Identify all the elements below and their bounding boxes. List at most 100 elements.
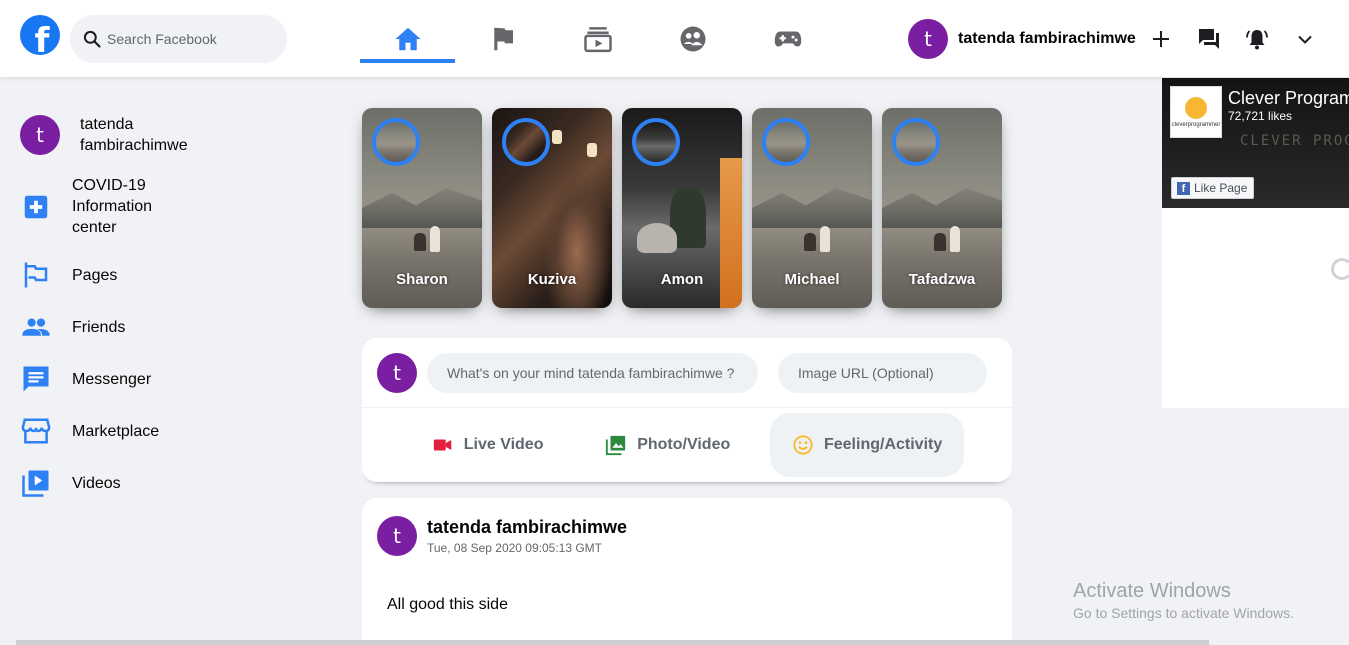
left-sidebar: t tatenda fambirachimwe COVID-19 Informa… bbox=[20, 110, 320, 497]
videocam-icon bbox=[433, 439, 451, 451]
messenger-button[interactable] bbox=[1197, 27, 1221, 51]
sidebar-item-friends[interactable]: Friends bbox=[20, 311, 182, 343]
add-icon bbox=[1153, 31, 1169, 47]
post-avatar[interactable]: t bbox=[377, 516, 417, 556]
option-label: Live Video bbox=[463, 436, 544, 453]
story-name: Kuziva bbox=[527, 271, 577, 288]
nav-home[interactable] bbox=[360, 0, 455, 77]
post-header: t tatenda fambirachimwe Tue, 08 Sep 2020… bbox=[377, 516, 627, 556]
nav-gaming[interactable] bbox=[740, 0, 835, 77]
sidebar-avatar: t bbox=[20, 115, 60, 155]
story-name: Sharon bbox=[396, 271, 448, 288]
image-url-input[interactable] bbox=[778, 352, 987, 393]
chat-icon bbox=[23, 366, 49, 392]
stories-reel: Sharon Kuziva Amon Michael Tafadzwa bbox=[362, 108, 1002, 308]
post-text-input[interactable] bbox=[427, 352, 758, 393]
story-avatar bbox=[502, 118, 550, 166]
widget-cover-text: CLEVER PROG bbox=[1240, 133, 1349, 149]
sender-options: Live Video Photo/Video Feeling/Activity bbox=[362, 408, 1012, 482]
supervised-user-icon bbox=[680, 26, 705, 51]
emoji-smile-icon bbox=[793, 435, 813, 455]
post-timestamp: Tue, 08 Sep 2020 09:05:13 GMT bbox=[427, 541, 603, 555]
header-user-name[interactable]: tatenda fambirachimwe bbox=[958, 30, 1136, 48]
top-header: f t tatenda fambirachimwe bbox=[0, 0, 1349, 77]
activate-subtitle: Go to Settings to activate Windows. bbox=[1073, 605, 1294, 621]
sidebar-user-name: tatenda fambirachimwe bbox=[80, 116, 188, 154]
sender-form: t bbox=[362, 338, 1012, 408]
notifications-button[interactable] bbox=[1245, 27, 1269, 51]
nav-pages[interactable] bbox=[455, 0, 550, 77]
story-avatar bbox=[892, 118, 940, 166]
notifications-active-icon bbox=[1246, 30, 1268, 50]
story-avatar bbox=[372, 118, 420, 166]
home-icon bbox=[395, 27, 420, 50]
widget-brand-text: cleverprogrammer bbox=[1171, 121, 1221, 128]
like-page-label: Like Page bbox=[1194, 181, 1248, 195]
create-button[interactable] bbox=[1149, 27, 1173, 51]
storefront-icon bbox=[21, 418, 51, 444]
activate-title: Activate Windows bbox=[1073, 580, 1231, 602]
subscriptions-icon bbox=[583, 26, 612, 52]
like-page-button[interactable]: f Like Page bbox=[1171, 177, 1255, 199]
story-card[interactable]: Sharon bbox=[362, 108, 482, 308]
feeling-activity-button[interactable]: Feeling/Activity bbox=[769, 413, 965, 477]
sidebar-item-label: Videos bbox=[72, 474, 121, 492]
sidebar-item-label: Friends bbox=[72, 318, 126, 336]
sidebar-item-messenger[interactable]: Messenger bbox=[20, 363, 182, 395]
photo-video-button[interactable]: Photo/Video bbox=[583, 413, 752, 477]
live-video-button[interactable]: Live Video bbox=[410, 413, 566, 477]
chevron-down-icon bbox=[1298, 35, 1312, 44]
search-bar[interactable] bbox=[70, 15, 287, 63]
message-sender: t Live Video Photo/Video Feeling/Activit… bbox=[362, 338, 1012, 482]
nav-watch[interactable] bbox=[550, 0, 645, 77]
option-label: Photo/Video bbox=[637, 436, 731, 453]
story-card[interactable]: Tafadzwa bbox=[882, 108, 1002, 308]
photo-library-icon bbox=[606, 435, 626, 456]
people-icon bbox=[22, 318, 50, 336]
facebook-logo[interactable]: f bbox=[20, 15, 60, 55]
story-card[interactable]: Michael bbox=[752, 108, 872, 308]
story-avatar bbox=[762, 118, 810, 166]
header-avatar[interactable]: t bbox=[908, 19, 948, 59]
local-hospital-icon bbox=[24, 195, 48, 218]
search-icon bbox=[83, 30, 101, 48]
sidebar-item-label: Pages bbox=[72, 266, 118, 284]
story-card[interactable]: Amon bbox=[622, 108, 742, 308]
video-library-icon bbox=[22, 470, 49, 497]
forum-icon bbox=[1199, 29, 1219, 49]
sidebar-item-covid[interactable]: COVID-19 Information center bbox=[20, 175, 182, 238]
feed-post: t tatenda fambirachimwe Tue, 08 Sep 2020… bbox=[362, 498, 1012, 645]
story-avatar bbox=[632, 118, 680, 166]
sidebar-item-label: Marketplace bbox=[72, 422, 160, 440]
widget-page-thumbnail[interactable]: cleverprogrammer bbox=[1170, 86, 1222, 138]
story-name: Michael bbox=[784, 271, 840, 288]
facebook-mini-icon: f bbox=[1177, 181, 1190, 195]
post-message: All good this side bbox=[387, 596, 508, 613]
gamepad-icon bbox=[774, 31, 801, 46]
widget-cover-image[interactable]: CLEVER PROG cleverprogrammer Clever Prog… bbox=[1162, 78, 1349, 208]
post-author[interactable]: tatenda fambirachimwe bbox=[427, 517, 627, 538]
header-account-area: t tatenda fambirachimwe bbox=[908, 19, 1312, 59]
story-card[interactable]: Kuziva bbox=[492, 108, 612, 308]
option-label: Feeling/Activity bbox=[823, 436, 943, 453]
account-menu-button[interactable] bbox=[1293, 27, 1317, 51]
sidebar-item-label: COVID-19 Information center bbox=[72, 177, 153, 236]
story-name: Tafadzwa bbox=[908, 271, 976, 288]
activate-windows-watermark: Activate Windows Go to Settings to activ… bbox=[1073, 580, 1294, 621]
nav-groups[interactable] bbox=[645, 0, 740, 77]
sidebar-user-row[interactable]: t tatenda fambirachimwe bbox=[20, 110, 320, 160]
sidebar-item-videos[interactable]: Videos bbox=[20, 467, 182, 499]
emoji-flags-icon bbox=[24, 262, 48, 288]
widget-page-title[interactable]: Clever Programmer bbox=[1228, 88, 1349, 109]
loading-spinner-icon bbox=[1331, 258, 1349, 280]
sender-avatar: t bbox=[377, 352, 417, 393]
page-plugin-widget: CLEVER PROG cleverprogrammer Clever Prog… bbox=[1162, 78, 1349, 408]
story-name: Amon bbox=[660, 271, 704, 288]
horizontal-scrollbar[interactable] bbox=[16, 640, 1209, 645]
sidebar-item-label: Messenger bbox=[72, 370, 152, 388]
sidebar-item-marketplace[interactable]: Marketplace bbox=[20, 415, 182, 447]
widget-like-count: 72,721 likes bbox=[1228, 109, 1293, 123]
sidebar-item-pages[interactable]: Pages bbox=[20, 259, 182, 291]
search-input[interactable] bbox=[107, 31, 277, 47]
main-nav bbox=[360, 0, 835, 77]
